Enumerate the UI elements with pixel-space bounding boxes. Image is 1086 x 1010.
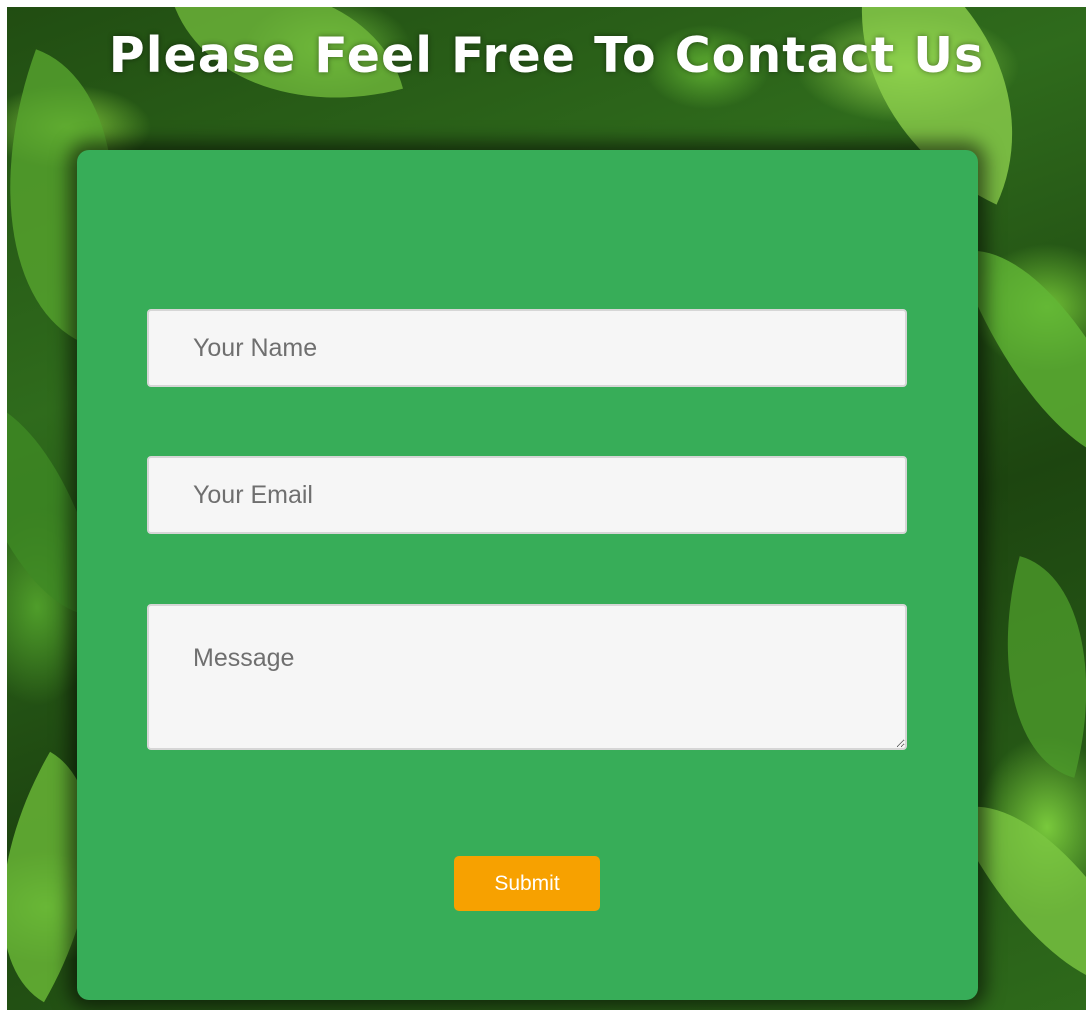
page-title: Please Feel Free To Contact Us bbox=[7, 25, 1086, 87]
leaf-decoration bbox=[967, 556, 1086, 778]
email-input[interactable] bbox=[147, 456, 907, 534]
leaf-background: Please Feel Free To Contact Us Submit bbox=[7, 7, 1086, 1010]
submit-button[interactable]: Submit bbox=[454, 856, 600, 911]
page-title-text: Please Feel Free To Contact Us bbox=[108, 27, 985, 84]
name-input[interactable] bbox=[147, 309, 907, 387]
contact-form: Submit bbox=[77, 150, 978, 1000]
message-textarea[interactable] bbox=[147, 604, 907, 750]
